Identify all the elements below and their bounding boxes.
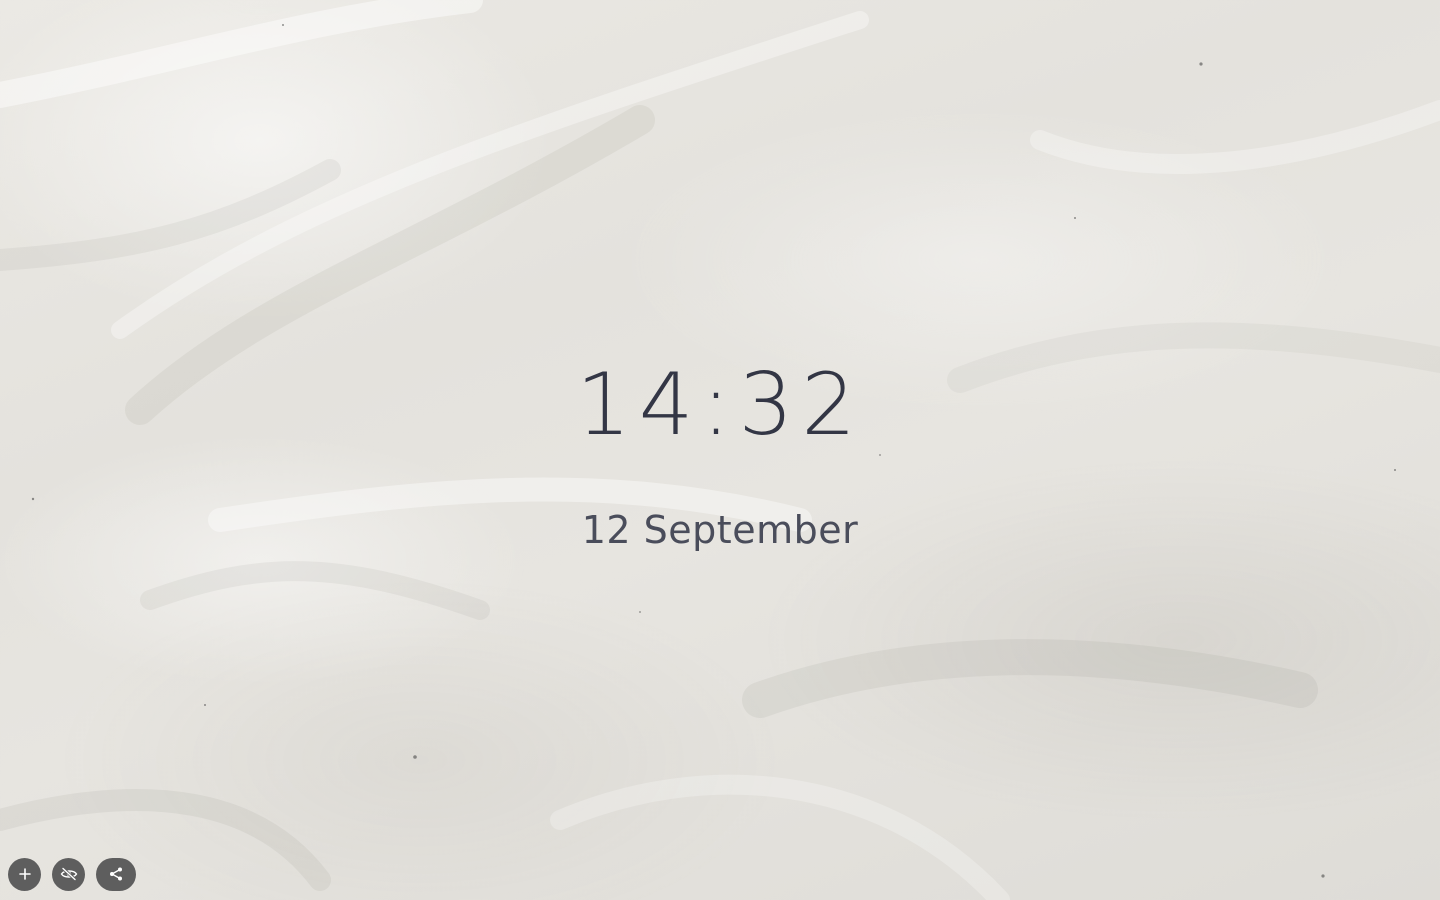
clock-widget: 14:32 12 September [0, 355, 1440, 553]
eye-off-icon [60, 867, 77, 881]
share-icon [110, 867, 122, 881]
clock-time: 14:32 [576, 355, 864, 455]
plus-icon [18, 868, 31, 880]
share-button[interactable] [96, 857, 136, 891]
bottom-left-toolbar [8, 857, 136, 891]
clock-date: 12 September [581, 508, 859, 552]
hide-button[interactable] [52, 857, 85, 891]
add-button[interactable] [8, 857, 41, 891]
